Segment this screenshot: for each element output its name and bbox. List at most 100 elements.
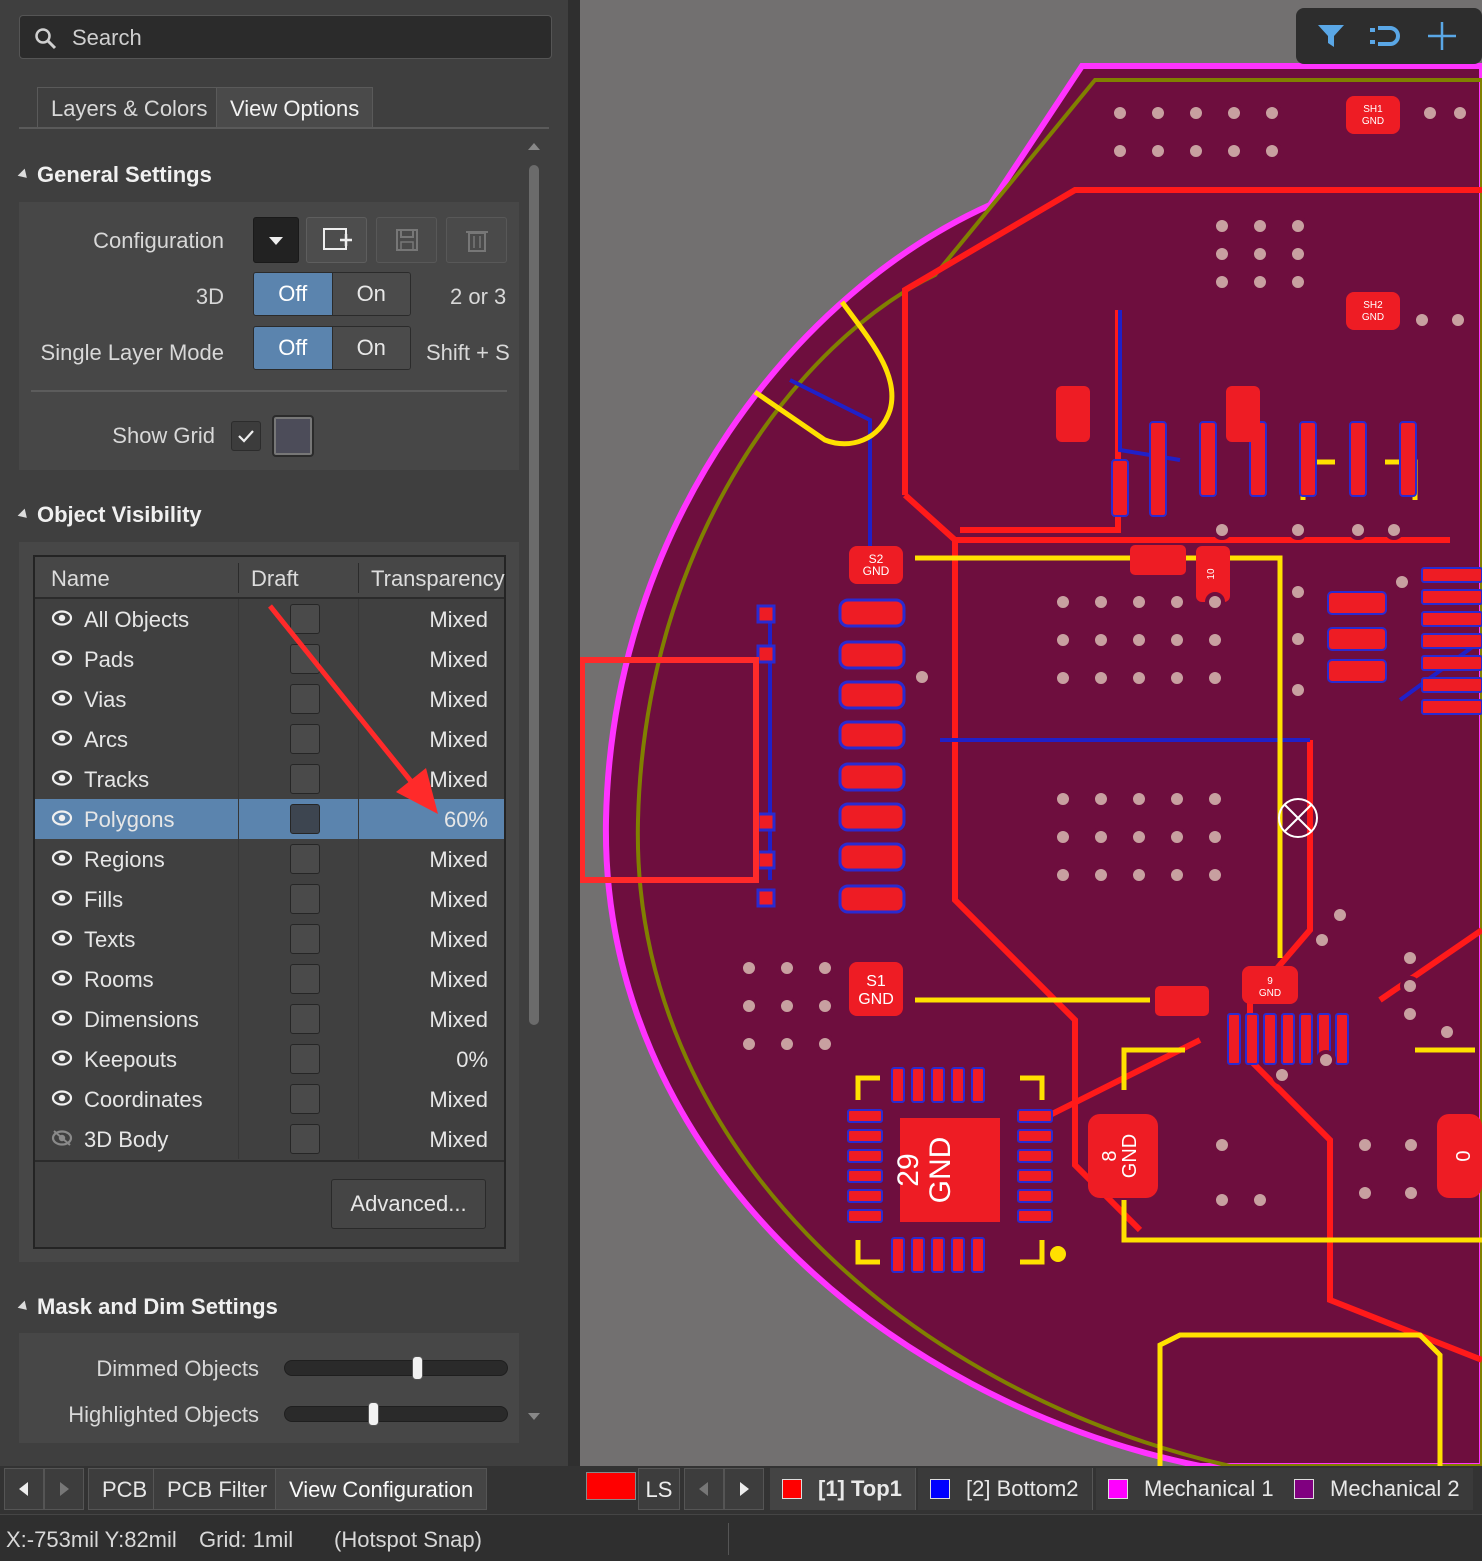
via (1129, 789, 1149, 809)
dimmed-objects-slider[interactable] (284, 1360, 508, 1376)
via (1348, 520, 1368, 540)
via (1091, 865, 1111, 885)
layer-tab-label: Mechanical 2 (1330, 1476, 1460, 1501)
pcb-label: 8 (1099, 1150, 1121, 1161)
draft-checkbox[interactable] (290, 1124, 320, 1154)
via (1448, 310, 1468, 330)
via (1288, 272, 1308, 292)
panel-tab-pcb[interactable]: PCB (88, 1468, 162, 1510)
layer-color-swatch (1294, 1479, 1314, 1499)
row-transparency[interactable]: Mixed (429, 1127, 488, 1153)
draft-checkbox[interactable] (290, 964, 320, 994)
via (1316, 1050, 1336, 1070)
table-row[interactable]: Texts Mixed (35, 919, 504, 959)
via (739, 1034, 759, 1054)
panel-tab-prev-button[interactable] (4, 1468, 44, 1510)
status-divider (728, 1523, 729, 1555)
via (1148, 103, 1168, 123)
current-layer-swatch[interactable] (586, 1472, 636, 1500)
row-transparency[interactable]: 0% (456, 1047, 488, 1073)
via (777, 1034, 797, 1054)
layer-next-button[interactable] (724, 1468, 764, 1510)
table-row[interactable]: 3D Body Mixed (35, 1119, 504, 1159)
eye-icon[interactable] (51, 1049, 73, 1067)
via (1129, 865, 1149, 885)
layer-tab-label: [1] Top1 (818, 1476, 902, 1501)
row-transparency[interactable]: Mixed (429, 967, 488, 993)
row-transparency[interactable]: Mixed (429, 1007, 488, 1033)
table-row[interactable]: Keepouts 0% (35, 1039, 504, 1079)
via (1262, 141, 1282, 161)
via (1212, 520, 1232, 540)
via (1450, 103, 1470, 123)
pcb-label: 10 (1206, 568, 1217, 580)
via (1288, 216, 1308, 236)
via (1288, 629, 1308, 649)
highlighted-objects-slider[interactable] (284, 1406, 508, 1422)
status-bar: X:-753mil Y:82mil Grid: 1mil (Hotspot Sn… (0, 1514, 1482, 1561)
dimmed-objects-slider-knob[interactable] (412, 1356, 424, 1380)
eye-icon[interactable] (51, 1089, 73, 1107)
highlighted-objects-slider-knob[interactable] (367, 1402, 379, 1426)
panel-tab-pcb-filter[interactable]: PCB Filter (153, 1468, 282, 1510)
snap-mode: (Hotspot Snap) (334, 1527, 482, 1552)
layer-tab-mechanical1[interactable]: Mechanical 1 (1096, 1468, 1288, 1510)
draft-checkbox[interactable] (290, 924, 320, 954)
layer-tab-label: [2] Bottom2 (966, 1476, 1079, 1501)
table-row[interactable]: Coordinates Mixed (35, 1079, 504, 1119)
layer-tab-bottom2[interactable]: [2] Bottom2 (918, 1468, 1093, 1510)
layer-tab-label: Mechanical 1 (1144, 1476, 1274, 1501)
via (1167, 789, 1187, 809)
via (1355, 1135, 1375, 1155)
via (1400, 1004, 1420, 1024)
layer-tab-top1[interactable]: [1] Top1 (770, 1468, 916, 1510)
pcb-label: SH2 (1363, 300, 1383, 311)
via (1091, 827, 1111, 847)
via (1148, 141, 1168, 161)
draft-checkbox[interactable] (290, 1004, 320, 1034)
pcb-label: GND (1362, 312, 1384, 323)
pcb-label: SH1 (1363, 104, 1383, 115)
via (1392, 572, 1412, 592)
chevron-left-icon (699, 1482, 708, 1496)
via (1401, 1183, 1421, 1203)
mask-dim-header[interactable]: Mask and Dim Settings (17, 1294, 278, 1320)
canvas-toolbar (1296, 8, 1482, 64)
via (1167, 630, 1187, 650)
eye-icon[interactable] (51, 969, 73, 987)
draft-checkbox[interactable] (290, 1084, 320, 1114)
row-name: Dimensions (84, 1007, 199, 1032)
via (1250, 1190, 1270, 1210)
snap-magnet-icon[interactable] (1368, 22, 1404, 50)
layer-tab-mechanical2[interactable]: Mechanical 2 (1282, 1468, 1473, 1510)
mask-dim-title: Mask and Dim Settings (37, 1294, 278, 1319)
table-row[interactable]: Rooms Mixed (35, 959, 504, 999)
draft-checkbox[interactable] (290, 1044, 320, 1074)
pcb-canvas[interactable]: SH1 GND SH2 GND S2 GND S1 GND 9 GND GND … (580, 0, 1482, 1466)
via (1224, 141, 1244, 161)
advanced-button[interactable]: Advanced... (331, 1179, 486, 1229)
via (1110, 103, 1130, 123)
scroll-down-icon[interactable] (526, 1410, 542, 1422)
pcb-label: GND (924, 1137, 957, 1204)
via (1167, 865, 1187, 885)
filter-icon[interactable] (1316, 22, 1346, 50)
crosshair-icon[interactable] (1426, 20, 1458, 52)
row-transparency[interactable]: Mixed (429, 927, 488, 953)
eye-icon[interactable] (51, 1009, 73, 1027)
eye-icon[interactable] (51, 929, 73, 947)
panel-tab-next-button[interactable] (44, 1468, 84, 1510)
table-row[interactable]: Dimensions Mixed (35, 999, 504, 1039)
panel-splitter[interactable] (568, 0, 580, 1466)
via (1401, 1135, 1421, 1155)
layer-set-button[interactable]: LS (638, 1468, 680, 1510)
layer-prev-button[interactable] (684, 1468, 724, 1510)
via (1129, 668, 1149, 688)
pcb-label: 29 (892, 1153, 925, 1186)
pcb-label: GND (1259, 988, 1281, 999)
row-transparency[interactable]: Mixed (429, 1087, 488, 1113)
layer-color-swatch (930, 1479, 950, 1499)
via (1129, 827, 1149, 847)
panel-tab-view-configuration[interactable]: View Configuration (275, 1468, 488, 1510)
eye-hidden-icon[interactable] (51, 1129, 73, 1147)
